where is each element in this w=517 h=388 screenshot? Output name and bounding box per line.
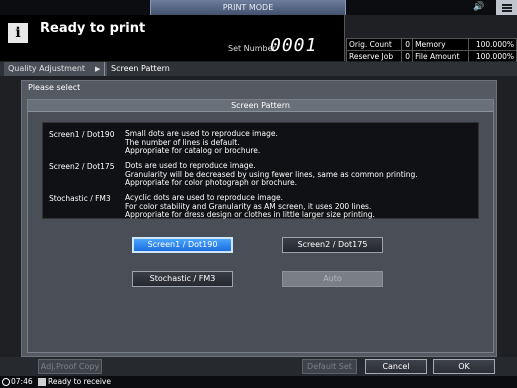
orig-count-label: Orig. Count (345, 38, 403, 51)
default-set-button: Default Set (302, 359, 357, 374)
reserve-job-value: 0 (401, 50, 414, 63)
file-amount-label: File Amount (412, 50, 469, 63)
menu-button[interactable] (496, 0, 517, 15)
description-label: Stochastic / FM3 (49, 194, 111, 203)
memory-value: 100.000% (467, 38, 517, 51)
description-label: Screen2 / Dot175 (49, 162, 115, 171)
screen-pattern-dialog: Please select Screen Pattern Screen1 / D… (21, 80, 497, 357)
clock-time: 07:46 (11, 377, 33, 386)
status-title: Ready to print (40, 21, 146, 36)
breadcrumb-arrow-icon: ▶ (95, 65, 101, 73)
panel-title: Screen Pattern (28, 100, 493, 112)
status-area: i Ready to print Set Number 0001 (0, 15, 345, 61)
breadcrumb-screen-pattern: Screen Pattern (104, 62, 174, 76)
reserve-job-label: Reserve Job (345, 50, 403, 63)
receive-status: Ready to receive (48, 377, 111, 386)
set-number-value: 0001 (270, 35, 318, 56)
clock-icon (2, 378, 10, 386)
top-bar: PRINT MODE 🔊 (0, 0, 517, 15)
bottom-bar: Adj.Proof Copy Default Set Cancel OK (0, 357, 517, 376)
screen-pattern-panel: Screen Pattern Screen1 / Dot190 Small do… (27, 99, 494, 353)
printer-icon (38, 378, 46, 386)
menu-icon (502, 4, 512, 6)
description-text: Acyclic dots are used to reproduce image… (125, 193, 375, 219)
screen2-dot175-button[interactable]: Screen2 / Dot175 (282, 237, 383, 253)
screen1-dot190-button[interactable]: Screen1 / Dot190 (132, 237, 233, 253)
cancel-button[interactable]: Cancel (365, 359, 427, 374)
set-number-label: Set Number (228, 44, 276, 53)
auto-button: Auto (282, 271, 383, 287)
description-box: Screen1 / Dot190 Small dots are used to … (42, 122, 479, 219)
file-amount-value: 100.000% (467, 50, 517, 63)
breadcrumb-quality-adjustment[interactable]: Quality Adjustment (4, 62, 108, 76)
adj-proof-copy-button: Adj.Proof Copy (38, 359, 102, 374)
print-mode-tab[interactable]: PRINT MODE (150, 0, 346, 15)
counters-panel: Orig. Count 0 Memory 100.000% Reserve Jo… (345, 38, 517, 63)
info-icon: i (8, 23, 28, 43)
please-select-label: Please select (28, 83, 81, 92)
stochastic-fm3-button[interactable]: Stochastic / FM3 (132, 271, 233, 287)
description-text: Dots are used to reproduce image. Granul… (125, 161, 418, 187)
orig-count-value: 0 (401, 38, 414, 51)
footer-status: 07:46 Ready to receive (0, 376, 517, 388)
ok-button[interactable]: OK (433, 359, 495, 374)
breadcrumb: Quality Adjustment ▶ Screen Pattern (0, 62, 517, 76)
speaker-icon[interactable]: 🔊 (466, 0, 492, 15)
description-text: Small dots are used to reproduce image. … (125, 129, 278, 155)
description-label: Screen1 / Dot190 (49, 130, 115, 139)
memory-label: Memory (412, 38, 469, 51)
